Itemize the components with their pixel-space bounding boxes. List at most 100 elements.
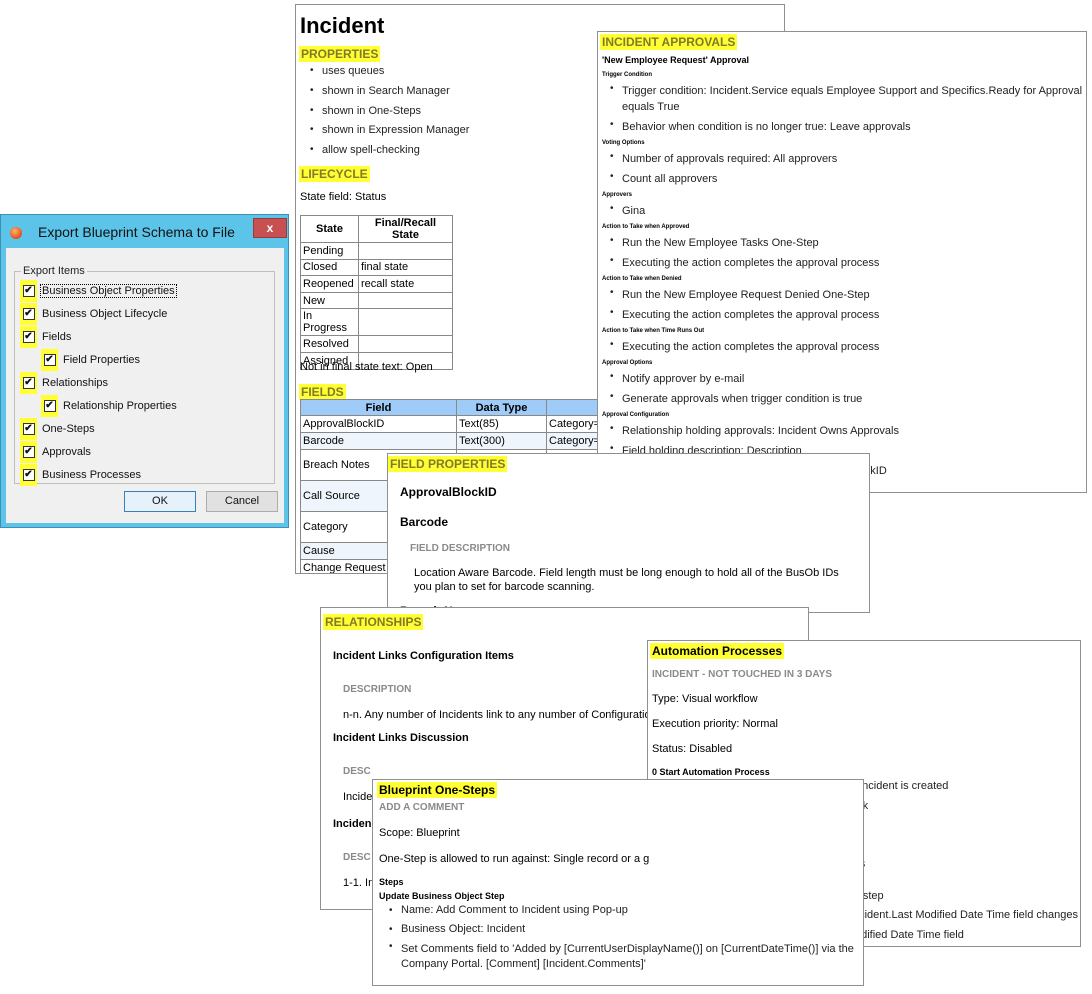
approval-group-items: Run the New Employee Tasks One-StepExecu… [598,233,1086,273]
table-row: Barcode Text(300) Category= [300,432,620,450]
cancel-button[interactable]: Cancel [206,491,278,512]
process-type: Type: Visual workflow [652,693,758,705]
automation-step-label: 0 Start Automation Process [652,767,770,777]
one-step-name: ADD A COMMENT [379,802,465,813]
state-table: State Final/Recall State Pending Closed fi… [300,215,453,370]
export-item-checkbox[interactable]: ✔ One-Steps [20,418,96,440]
export-item-checkbox[interactable]: ✔ Relationships [20,372,109,394]
checkbox-label: Fields [42,331,72,343]
approval-group-items: Gina [598,201,1086,221]
table-cell [358,242,453,260]
properties-list: uses queues shown in Search Manager show… [298,65,469,164]
table-cell [358,308,453,337]
approval-group-label: Voting Options [602,140,645,146]
step-name: Update Business Object Step [379,891,505,901]
checkbox-highlight: ✔ [20,441,37,463]
ok-button[interactable]: OK [124,491,196,512]
table-header: Final/Recall State [358,215,453,243]
checkbox-highlight: ✔ [20,464,37,486]
list-item: Trigger condition: Incident.Service equa… [598,81,1086,117]
table-row: Closed final state [300,258,453,277]
list-item: Business Object: Incident [377,920,863,939]
approval-group-items: Number of approvals required: All approv… [598,149,1086,189]
export-dialog: Export Blueprint Schema to File x Export… [0,214,289,528]
checkbox-label: One-Steps [42,423,95,435]
list-item: Number of approvals required: All approv… [598,149,1086,169]
list-item: Notify approver by e-mail [598,369,1086,389]
approval-group-label: Approval Configuration [602,412,669,418]
check-icon[interactable]: ✔ [43,400,56,412]
table-header: Field [300,399,457,416]
approval-title: 'New Employee Request' Approval [602,55,749,65]
checkbox-highlight: ✔ [20,303,37,325]
table-cell: Reopened [300,275,359,293]
check-icon[interactable]: ✔ [43,354,56,366]
approval-group-label: Trigger Condition [602,72,652,78]
table-cell: Text(85) [456,415,547,433]
dialog-titlebar[interactable]: Export Blueprint Schema to File x [1,215,288,247]
checkbox-highlight: ✔ [20,372,37,394]
table-header: State [300,215,359,243]
checkbox-highlight: ✔ [41,395,58,417]
approval-group-label: Action to Take when Denied [602,276,682,282]
table-cell: In Progress [300,308,359,337]
approvals-heading: INCIDENT APPROVALS [600,34,738,50]
checkbox-highlight: ✔ [20,326,37,348]
export-item-checkbox[interactable]: ✔ Approvals [20,441,92,463]
approval-group-items: Executing the action completes the appro… [598,337,1086,357]
lifecycle-heading: LIFECYCLE [299,166,370,182]
check-icon[interactable]: ✔ [22,285,35,297]
one-step-run-against: One-Step is allowed to run against: Sing… [379,853,650,865]
export-item-checkbox[interactable]: ✔ Business Processes [20,464,142,486]
check-icon[interactable]: ✔ [22,469,35,481]
export-item-checkbox[interactable]: ✔ Fields [20,326,72,348]
field-description-heading: FIELD DESCRIPTION [410,543,511,554]
check-icon[interactable]: ✔ [22,308,35,320]
checkbox-label: Business Processes [42,469,142,481]
approval-group-label: Approval Options [602,360,653,366]
list-item: Run the New Employee Tasks One-Step [598,233,1086,253]
table-row: Pending [300,242,453,260]
list-item: shown in Search Manager [298,85,469,105]
check-icon[interactable]: ✔ [22,331,35,343]
process-status: Status: Disabled [652,743,733,755]
list-item: allow spell-checking [298,144,469,164]
table-cell [358,335,453,353]
table-cell: Resolved [300,335,359,353]
approvals-document: INCIDENT APPROVALS 'New Employee Request… [597,31,1087,493]
checkbox-label: Approvals [42,446,91,458]
table-cell: final state [358,258,453,277]
export-item-checkbox[interactable]: ✔ Business Object Properties [20,280,177,302]
checkbox-label: Field Properties [63,354,141,366]
field-properties-heading: FIELD PROPERTIES [388,456,508,472]
export-item-checkbox[interactable]: ✔ Relationship Properties [41,395,178,417]
close-button[interactable]: x [253,218,287,238]
list-item: Behavior when condition is no longer tru… [598,117,1086,137]
list-item: shown in One-Steps [298,105,469,125]
table-cell: New [300,291,359,310]
check-icon[interactable]: ✔ [22,377,35,389]
list-item: Run the New Employee Request Denied One-… [598,285,1086,305]
fields-heading: FIELDS [299,384,346,400]
list-item: Name: Add Comment to Incident using Pop-… [377,901,863,920]
table-cell: Text(300) [456,432,547,450]
app-icon [10,227,22,239]
table-cell [358,291,453,310]
table-cell: ApprovalBlockID [300,415,457,433]
check-icon[interactable]: ✔ [22,423,35,435]
step-details: Name: Add Comment to Incident using Pop-… [373,901,863,972]
list-item: Executing the action completes the appro… [598,253,1086,273]
table-row: Reopened recall state [300,275,453,293]
list-item: Executing the action completes the appro… [598,337,1086,357]
table-row: ApprovalBlockID Text(85) Category= [300,415,620,433]
checkbox-label: Relationship Properties [63,400,177,412]
field-description-text: Location Aware Barcode. Field length mus… [414,567,839,593]
check-icon[interactable]: ✔ [22,446,35,458]
export-item-checkbox[interactable]: ✔ Field Properties [41,349,141,371]
export-item-checkbox[interactable]: ✔ Business Object Lifecycle [20,303,168,325]
field-name: Barcode [400,515,449,529]
table-row: In Progress [300,308,453,337]
table-row: New [300,291,453,310]
one-step-scope: Scope: Blueprint [379,827,460,839]
close-icon: x [266,221,274,235]
